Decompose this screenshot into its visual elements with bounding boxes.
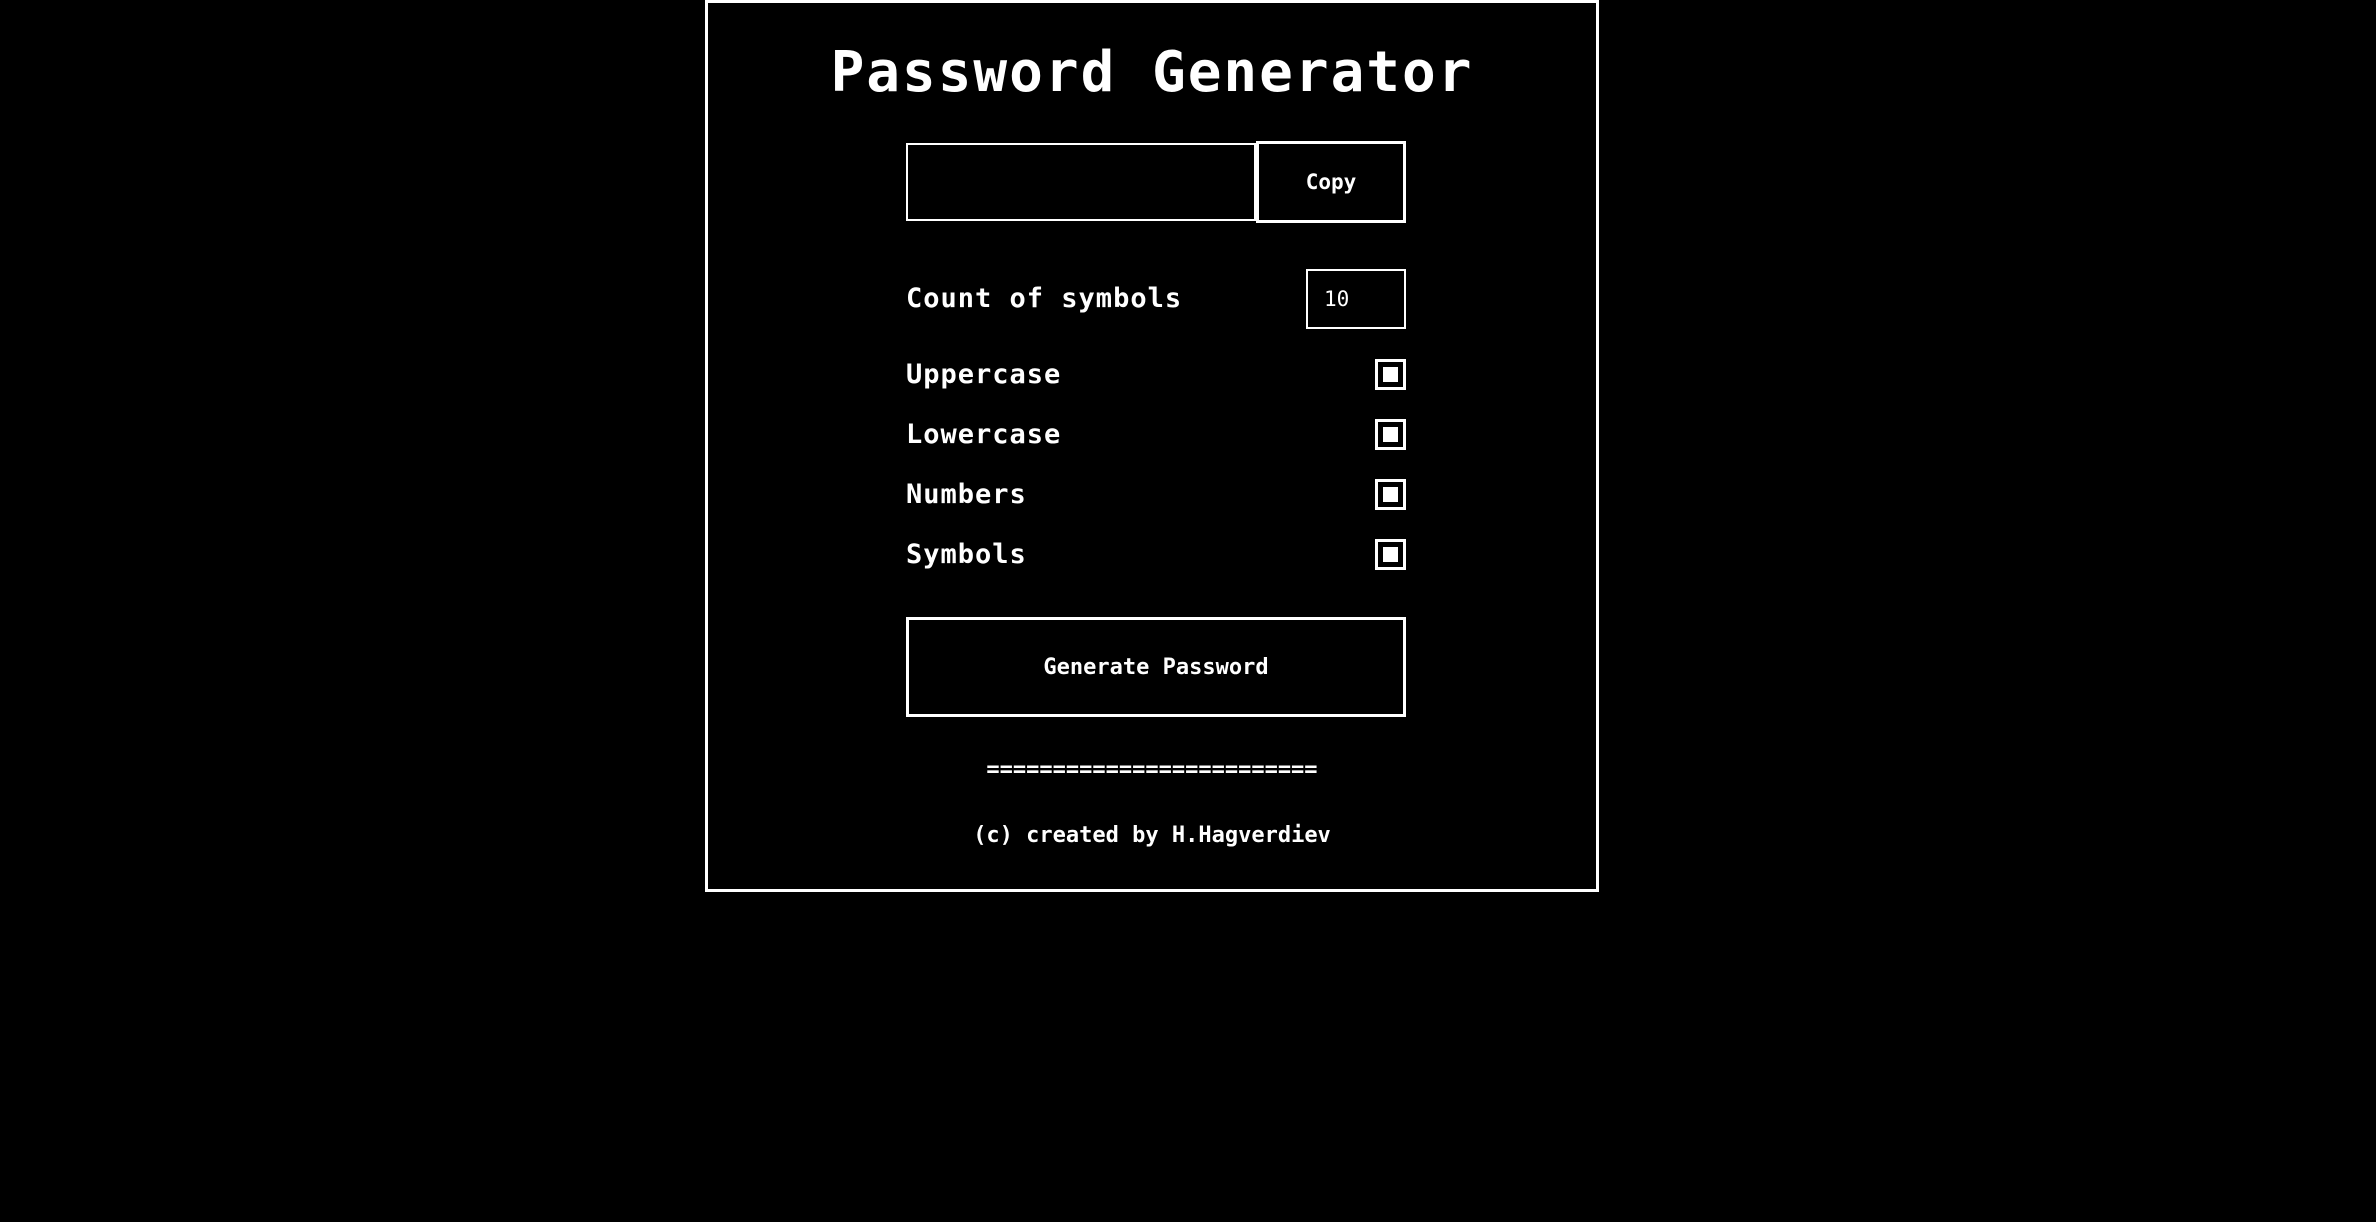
lowercase-row: Lowercase [906, 415, 1406, 455]
generator-panel: Password Generator Copy Count of symbols… [705, 0, 1599, 892]
count-of-symbols-input[interactable] [1306, 269, 1406, 329]
uppercase-checkbox[interactable] [1375, 359, 1406, 390]
symbols-label: Symbols [906, 539, 1027, 570]
footer-divider: ========================= [986, 757, 1318, 782]
symbols-row: Symbols [906, 535, 1406, 575]
uppercase-label: Uppercase [906, 359, 1062, 390]
numbers-row: Numbers [906, 475, 1406, 515]
page-title: Password Generator [830, 40, 1474, 105]
checkbox-checked-mark [1383, 487, 1398, 502]
generate-password-button[interactable]: Generate Password [906, 617, 1406, 717]
count-of-symbols-label: Count of symbols [906, 283, 1183, 314]
lowercase-label: Lowercase [906, 419, 1062, 450]
checkbox-checked-mark [1383, 547, 1398, 562]
password-output-field[interactable] [906, 143, 1256, 221]
password-output-row: Copy [906, 141, 1406, 223]
footer-credit: (c) created by H.Hagverdiev [973, 823, 1331, 848]
checkbox-checked-mark [1383, 427, 1398, 442]
copy-button[interactable]: Copy [1256, 141, 1406, 223]
count-of-symbols-row: Count of symbols [906, 269, 1406, 329]
numbers-label: Numbers [906, 479, 1027, 510]
lowercase-checkbox[interactable] [1375, 419, 1406, 450]
checkbox-checked-mark [1383, 367, 1398, 382]
numbers-checkbox[interactable] [1375, 479, 1406, 510]
symbols-checkbox[interactable] [1375, 539, 1406, 570]
uppercase-row: Uppercase [906, 355, 1406, 395]
